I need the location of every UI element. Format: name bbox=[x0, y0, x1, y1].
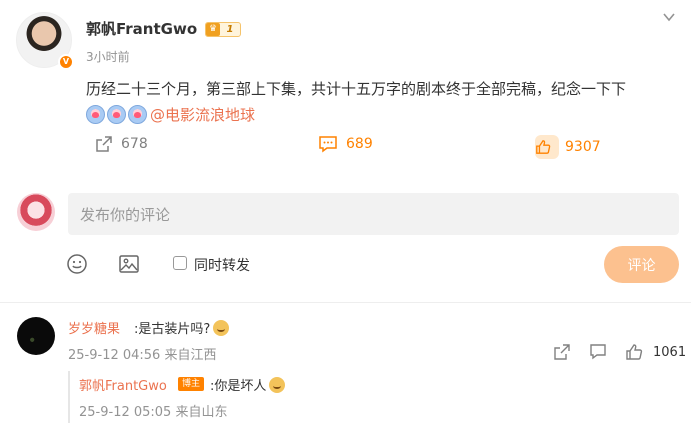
comment-text-body: :是古装片吗? bbox=[134, 322, 211, 337]
comment-like-count: 1061 bbox=[653, 344, 687, 360]
comment-meta: 25-9-12 04:56 来自江西 bbox=[68, 348, 217, 363]
current-user-avatar[interactable] bbox=[17, 193, 55, 231]
comment-icon[interactable] bbox=[589, 343, 607, 361]
author-level-badge[interactable]: ♛ 1 bbox=[205, 22, 241, 37]
post-time[interactable]: 3小时前 bbox=[86, 48, 130, 65]
crown-icon: ♛ bbox=[206, 23, 220, 36]
post-actions: 678 689 9307 bbox=[0, 135, 691, 165]
reply-text: :你是坏人 bbox=[210, 375, 286, 394]
verified-badge-icon: V bbox=[58, 54, 74, 70]
emoji-icon bbox=[128, 105, 147, 124]
repost-checkbox-label[interactable]: 同时转发 bbox=[194, 255, 250, 275]
comment-input[interactable]: 发布你的评论 bbox=[68, 193, 679, 235]
like-button[interactable]: 9307 bbox=[535, 135, 601, 159]
weibo-post: V 郭帆FrantGwo ♛ 1 3小时前 历经二十三个月，第三部上下集，共计十… bbox=[0, 0, 691, 424]
emoji-icon bbox=[107, 105, 126, 124]
divider bbox=[0, 302, 691, 303]
repost-icon[interactable] bbox=[553, 343, 571, 361]
post-content-line2: @电影流浪地球 bbox=[86, 104, 255, 125]
image-upload-icon[interactable] bbox=[118, 253, 140, 275]
like-count: 9307 bbox=[565, 139, 601, 155]
repost-checkbox[interactable] bbox=[173, 256, 187, 270]
comment-text: :是古装片吗? bbox=[134, 318, 230, 337]
comment-button[interactable]: 689 bbox=[318, 135, 373, 153]
chevron-down-icon[interactable] bbox=[662, 10, 676, 24]
doge-emoji-icon bbox=[269, 377, 286, 393]
emoji-picker-icon[interactable] bbox=[66, 253, 88, 275]
comment-icon bbox=[319, 136, 337, 153]
comment-count: 689 bbox=[346, 136, 373, 152]
author-name[interactable]: 郭帆FrantGwo bbox=[86, 18, 197, 39]
repost-icon bbox=[96, 136, 112, 152]
mention-link[interactable]: @电影流浪地球 bbox=[150, 104, 255, 125]
emoji-icon bbox=[86, 105, 105, 124]
repost-count: 678 bbox=[121, 136, 148, 152]
comment-actions: 1061 bbox=[553, 343, 686, 361]
like-icon[interactable] bbox=[625, 343, 643, 361]
author-level: 1 bbox=[226, 24, 234, 35]
reply-meta: 25-9-12 05:05 来自山东 bbox=[79, 405, 228, 420]
reply-author[interactable]: 郭帆FrantGwo bbox=[79, 375, 167, 394]
avatar[interactable] bbox=[17, 317, 55, 355]
comment-author[interactable]: 岁岁糖果 bbox=[68, 318, 120, 337]
reply-divider bbox=[68, 371, 70, 423]
doge-emoji-icon bbox=[213, 320, 230, 336]
submit-comment-button[interactable]: 评论 bbox=[604, 246, 679, 283]
post-content: 历经二十三个月，第三部上下集，共计十五万字的剧本终于全部完稿，纪念一下下 bbox=[86, 80, 627, 98]
author-badge: 博主 bbox=[178, 377, 204, 391]
like-icon bbox=[535, 135, 559, 159]
repost-button[interactable]: 678 bbox=[95, 135, 148, 153]
reply-text-body: :你是坏人 bbox=[210, 379, 267, 394]
